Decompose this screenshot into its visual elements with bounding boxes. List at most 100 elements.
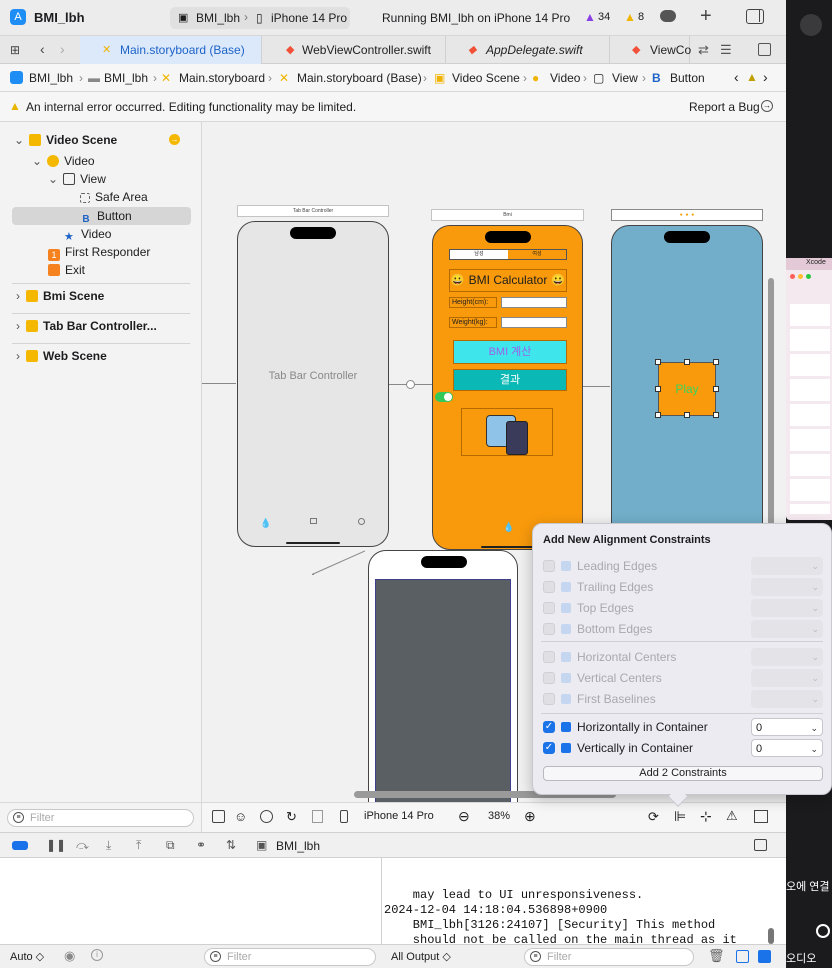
hide-debug-icon[interactable] [754,839,767,851]
constraint-row-top-edges[interactable]: Top Edges ⌄ [543,598,823,618]
breadcrumb-scene[interactable]: Video Scene [452,71,520,85]
top-edges-checkbox[interactable] [543,602,555,614]
view-debugger-icon[interactable]: ⧉ [166,838,175,853]
constraint-row-horizontally-in-container[interactable]: ✓ Horizontally in Container 0 ⌄ [543,717,823,737]
resize-handle[interactable] [713,412,719,418]
accessibility-icon[interactable]: ☺ [234,809,247,824]
disclosure-closed-icon[interactable]: › [16,319,20,333]
constraint-row-first-baselines[interactable]: First Baselines ⌄ [543,689,823,709]
weight-field[interactable] [501,317,567,328]
inspector-toggle-icon[interactable] [746,9,764,24]
report-bug-link[interactable]: Report a Bug [689,100,760,114]
rotate-icon[interactable]: ↻ [286,809,297,825]
vertical-centers-checkbox[interactable] [543,672,555,684]
horizontal-centers-checkbox[interactable] [543,651,555,663]
resize-handle[interactable] [655,412,661,418]
warning-triangle-icon[interactable]: ▲ [584,10,596,24]
trailing-edges-value-field[interactable]: ⌄ [751,578,823,596]
info-icon[interactable]: i [91,949,103,961]
vertical-centers-value-field[interactable]: ⌄ [751,669,823,687]
resize-handle[interactable] [655,386,661,392]
appearance-icon[interactable] [260,810,273,823]
gender-segmented-control[interactable]: 남성 여성 [449,249,567,260]
constraint-row-bottom-edges[interactable]: Bottom Edges ⌄ [543,619,823,639]
lines-icon[interactable]: ☰ [720,42,732,58]
tab-main-storyboard[interactable]: ✕ Main.storyboard (Base) [80,36,262,64]
constraint-row-horizontal-centers[interactable]: Horizontal Centers ⌄ [543,647,823,667]
breadcrumb-button[interactable]: Button [670,71,705,85]
step-out-icon[interactable]: ⤒ [136,838,141,853]
first-baselines-value-field[interactable]: ⌄ [751,690,823,708]
breadcrumb-view[interactable]: View [612,71,638,85]
back-icon[interactable]: ‹ [40,41,45,57]
outline-item-tabbar-scene[interactable]: › Tab Bar Controller... [16,317,157,335]
update-frames-icon[interactable]: ⟳ [648,809,659,825]
eye-icon[interactable]: ◉ [64,948,75,964]
constraint-row-trailing-edges[interactable]: Trailing Edges ⌄ [543,577,823,597]
console-toggle-icon[interactable] [12,841,28,850]
webview[interactable] [375,579,511,819]
tabbar-controller-scene[interactable]: Tab Bar Controller 💧 [237,221,389,547]
step-into-icon[interactable]: ⤓ [106,838,111,853]
trash-icon[interactable]: 🗑 [708,948,725,964]
zoom-out-icon[interactable]: ⊖ [458,808,470,825]
arrow-circle-icon[interactable]: → [169,134,180,145]
pause-icon[interactable]: ❚❚ [46,838,66,852]
zoom-in-icon[interactable]: ⊕ [524,808,536,825]
variables-toggle-icon[interactable] [736,950,749,963]
outline-filter-field[interactable]: ≡ Filter [7,809,194,827]
breadcrumb-storyboard[interactable]: Main.storyboard [179,71,265,85]
issue-back-icon[interactable]: ‹ [734,69,739,85]
issue-triangle-icon[interactable]: ▲ [624,10,636,24]
bmi-scene[interactable]: 남성 여성 😀 BMI Calculator 😀 Height(cm): Wei… [432,225,583,550]
outline-item-video-scene[interactable]: ⌄ Video Scene [14,131,117,149]
breadcrumb-group[interactable]: BMI_lbh [104,71,148,85]
video-scene[interactable]: Play [611,225,763,535]
step-over-icon[interactable]: ⤼ [76,838,89,853]
memory-graph-icon[interactable]: ⚭ [196,838,206,852]
breadcrumb-video[interactable]: Video [550,71,580,85]
console-output[interactable]: may lead to UI unresponsiveness. 2024-12… [382,858,786,962]
variables-filter-field[interactable]: ≡ Filter [204,948,376,966]
calculate-button[interactable]: BMI 계산 [453,340,567,364]
resize-handle[interactable] [713,386,719,392]
constraint-row-leading-edges[interactable]: Leading Edges ⌄ [543,556,823,576]
bottom-edges-value-field[interactable]: ⌄ [751,620,823,638]
vertically-in-container-checkbox[interactable]: ✓ [543,742,555,754]
outline-item-video[interactable]: ⌄ Video [32,152,95,170]
height-field[interactable] [501,297,567,308]
console-scrollbar[interactable] [768,928,774,944]
video-scene-title-bar[interactable]: ● ● ● [611,209,763,221]
align-icon[interactable]: ⊫ [674,808,686,825]
tab-webviewcontroller[interactable]: ◆ WebViewController.swift [262,36,446,64]
horizontal-centers-value-field[interactable]: ⌄ [751,648,823,666]
output-selector[interactable]: All Output ◇ [391,950,451,963]
constraint-row-vertically-in-container[interactable]: ✓ Vertically in Container 0 ⌄ [543,738,823,758]
segue-icon[interactable] [406,380,415,389]
segment-male[interactable]: 남성 [450,250,508,259]
grid-icon[interactable]: ⊞ [10,43,20,57]
disclosure-open-icon[interactable]: ⌄ [48,172,58,186]
outline-item-button[interactable]: B Button [80,207,131,225]
disclosure-closed-icon[interactable]: › [16,289,20,303]
tab-viewcontroller[interactable]: ◆ ViewCo [610,36,691,64]
split-icon[interactable] [312,810,323,823]
embed-in-icon[interactable] [754,810,768,823]
resize-handle[interactable] [655,359,661,365]
swap-icon[interactable]: ⇄ [698,42,709,58]
outline-toggle-icon[interactable] [212,810,225,823]
outline-item-web-scene[interactable]: › Web Scene [16,347,107,365]
outline-item-first-responder[interactable]: 1 First Responder [48,243,150,261]
add-constraints-button[interactable]: Add 2 Constraints [543,766,823,781]
console-split-icon[interactable] [758,950,771,963]
resize-handle[interactable] [684,412,690,418]
auto-selector[interactable]: Auto ◇ [10,950,44,963]
disclosure-open-icon[interactable]: ⌄ [32,154,42,168]
split-editor-icon[interactable] [758,43,771,56]
resize-handle[interactable] [684,359,690,365]
outline-item-video-constraint[interactable]: ★ Video [64,225,111,243]
breadcrumb-project[interactable]: BMI_lbh [29,71,73,85]
resolve-issues-icon[interactable]: ⚠ [726,808,738,824]
outline-item-exit[interactable]: Exit [48,261,85,279]
trailing-edges-checkbox[interactable] [543,581,555,593]
